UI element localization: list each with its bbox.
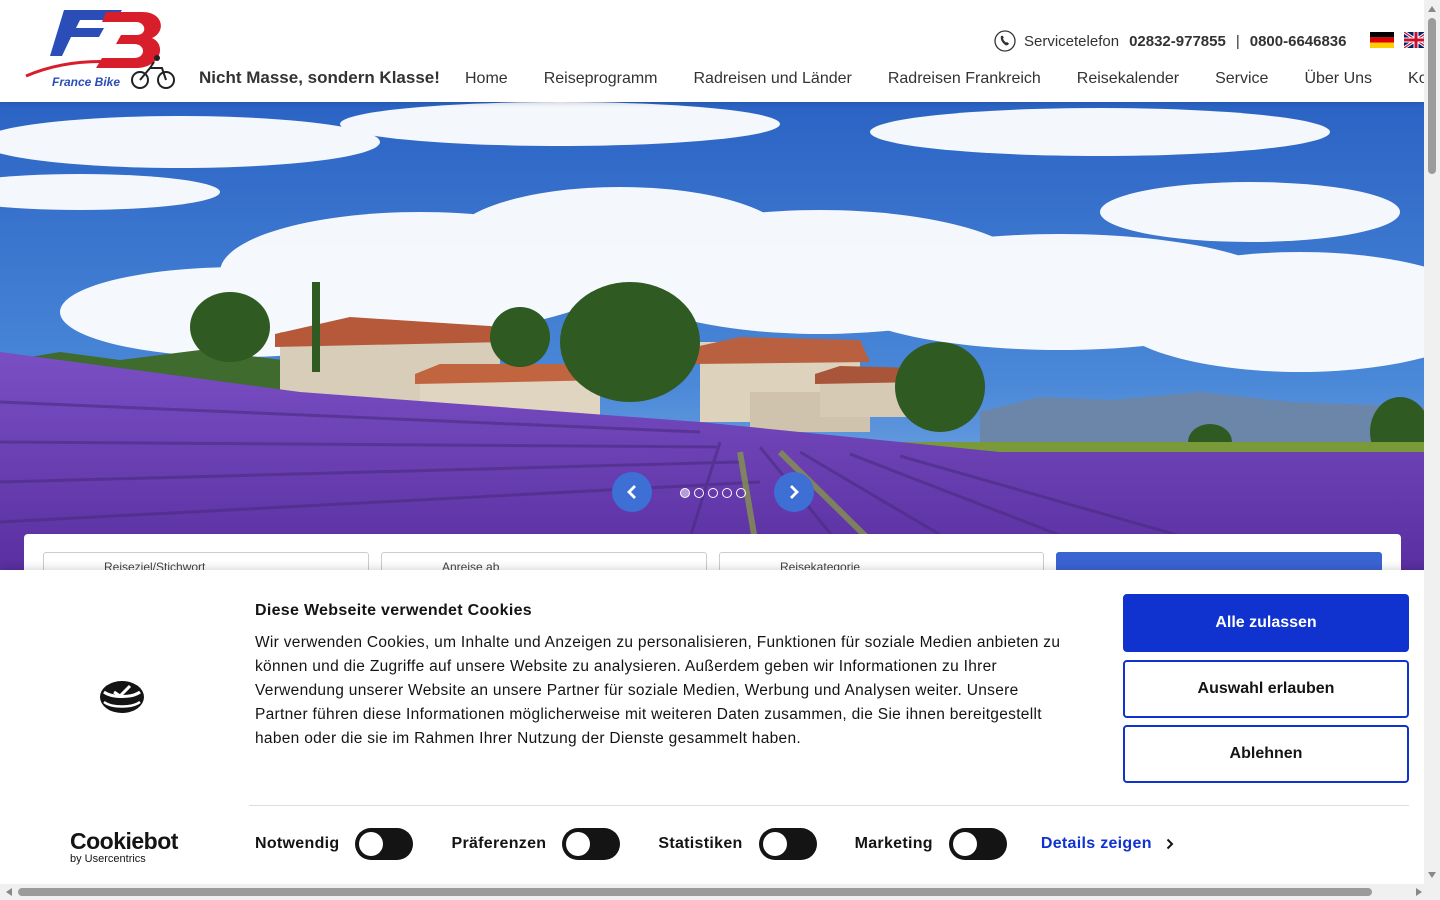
scroll-up-arrow-icon[interactable] (1428, 6, 1436, 12)
marketing-toggle[interactable] (948, 828, 1007, 860)
cookie-banner: Diese Webseite verwendet Cookies Wir ver… (0, 570, 1440, 900)
toggle-label-statistics: Statistiken (658, 835, 743, 852)
nav-reiseprogramm[interactable]: Reiseprogramm (544, 70, 658, 88)
chevron-left-icon (627, 485, 636, 499)
hero-slider (0, 102, 1424, 570)
cookiebot-wordmark: Cookiebot (70, 828, 178, 854)
slider-dot-2[interactable] (694, 488, 704, 498)
tagline: Nicht Masse, sondern Klasse! (199, 68, 440, 87)
hero-image (0, 102, 1424, 570)
slider-dot-4[interactable] (722, 488, 732, 498)
toggle-knob (359, 832, 384, 856)
allow-selection-button[interactable]: Auswahl erlauben (1123, 660, 1409, 718)
horizontal-scrollbar[interactable] (0, 884, 1424, 900)
allow-all-button[interactable]: Alle zulassen (1123, 594, 1409, 652)
cookiebot-icon (100, 681, 144, 713)
slider-prev-button[interactable] (612, 472, 652, 512)
horizontal-scroll-thumb[interactable] (18, 888, 1372, 896)
toggle-label-preferences: Präferenzen (451, 835, 547, 852)
service-phone: Servicetelefon 02832-977855 | 0800-66468… (994, 30, 1347, 52)
slider-dot-1[interactable] (680, 488, 690, 498)
scroll-left-arrow-icon[interactable] (6, 888, 12, 896)
vertical-scroll-thumb[interactable] (1428, 18, 1436, 174)
german-flag-icon[interactable] (1370, 32, 1394, 48)
nav-reisekalender[interactable]: Reisekalender (1077, 70, 1179, 88)
phone-separator: | (1235, 32, 1240, 50)
nav-radreisen-frankreich[interactable]: Radreisen Frankreich (888, 70, 1041, 88)
chevron-right-icon (1166, 838, 1174, 850)
statistics-toggle[interactable] (758, 828, 817, 860)
phone-number-2[interactable]: 0800-6646836 (1250, 33, 1347, 50)
cookie-toggles: Notwendig Präferenzen Statistiken Market… (255, 828, 1174, 860)
france-bike-logo[interactable]: France Bike (24, 6, 176, 90)
nav-service[interactable]: Service (1215, 70, 1268, 88)
cookiebot-brand[interactable]: Cookiebot by Usercentrics (70, 828, 178, 865)
nav-radreisen-laender[interactable]: Radreisen und Länder (694, 70, 852, 88)
vertical-scrollbar[interactable] (1424, 0, 1440, 884)
scroll-down-arrow-icon[interactable] (1428, 872, 1436, 878)
site-header: France Bike Nicht Masse, sondern Klasse!… (0, 0, 1440, 102)
cookie-description: Wir verwenden Cookies, um Inhalte und An… (255, 634, 1061, 747)
details-link[interactable]: Details zeigen (1041, 835, 1174, 853)
toggle-label-necessary: Notwendig (255, 835, 340, 852)
preferences-toggle[interactable] (562, 828, 621, 860)
toggle-knob (566, 832, 591, 856)
slider-dots (680, 488, 746, 498)
slider-next-button[interactable] (774, 472, 814, 512)
slider-dot-3[interactable] (708, 488, 718, 498)
necessary-toggle[interactable] (355, 828, 414, 860)
page: France Bike Nicht Masse, sondern Klasse!… (0, 0, 1440, 900)
chevron-right-icon (790, 485, 799, 499)
svg-text:France Bike: France Bike (52, 75, 120, 89)
phone-number-1[interactable]: 02832-977855 (1129, 33, 1226, 50)
nav-ueber-uns[interactable]: Über Uns (1304, 70, 1372, 88)
toggle-label-marketing: Marketing (854, 835, 933, 852)
nav-home[interactable]: Home (465, 70, 508, 88)
cookie-title: Diese Webseite verwendet Cookies (255, 602, 532, 619)
scrollbar-corner (1424, 884, 1440, 900)
phone-icon (994, 30, 1016, 52)
service-label: Servicetelefon (1024, 32, 1120, 50)
slider-dot-5[interactable] (736, 488, 746, 498)
deny-button[interactable]: Ablehnen (1123, 725, 1409, 783)
details-label: Details zeigen (1040, 835, 1152, 852)
main-nav: Home Reiseprogramm Radreisen und Länder … (465, 70, 1440, 88)
toggle-knob (762, 832, 787, 856)
scroll-right-arrow-icon[interactable] (1416, 888, 1422, 896)
cookie-divider (249, 805, 1409, 806)
toggle-knob (952, 832, 977, 856)
